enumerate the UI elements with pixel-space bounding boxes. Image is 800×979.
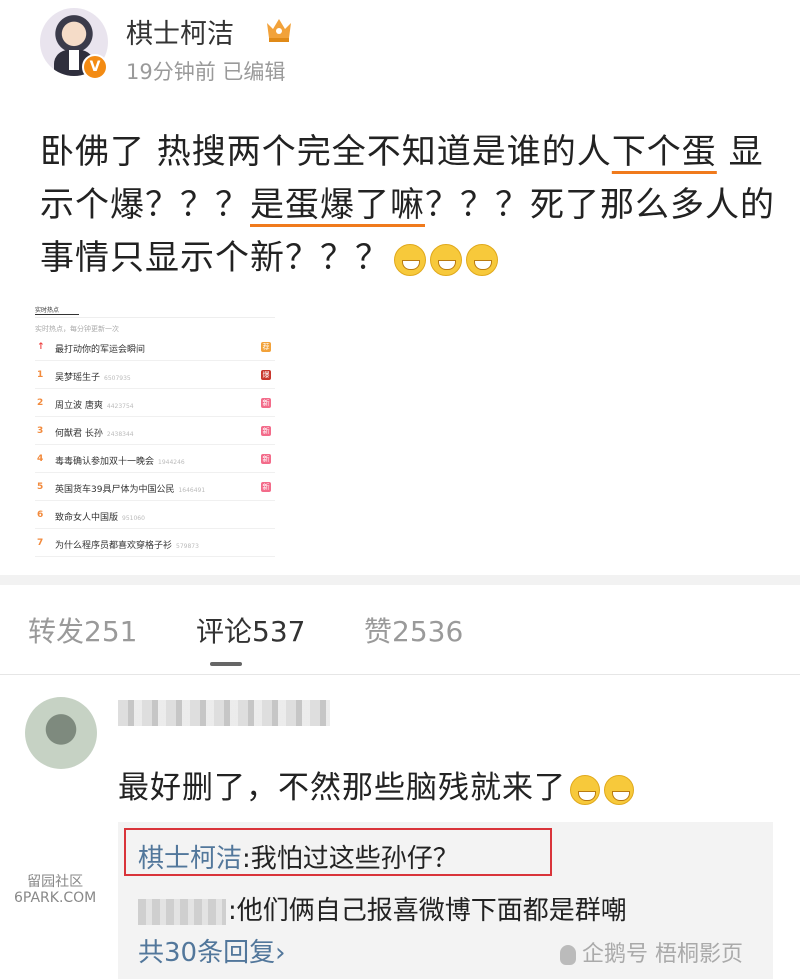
tab-comments[interactable]: 评论537 — [196, 610, 305, 650]
hot-search-title[interactable]: 毒毒确认参加双十一晚会 1944246 — [55, 454, 185, 467]
crown-icon — [267, 19, 291, 42]
verified-badge-icon: V — [82, 54, 108, 80]
hot-search-count: 1646491 — [178, 487, 206, 494]
tab-likes[interactable]: 赞2536 — [364, 610, 463, 650]
hot-search-count: 4423754 — [106, 403, 134, 410]
reply-2[interactable]: :他们俩自己报喜微博下面都是群嘲 — [138, 890, 627, 927]
hot-search-rank: 5 — [37, 482, 44, 492]
hot-search-count: 2438344 — [106, 431, 134, 438]
hot-search-row[interactable]: 6 致命女人中国版 951060 — [35, 504, 275, 529]
hot-search-rank: 3 — [37, 426, 44, 436]
penguin-icon — [560, 945, 576, 965]
hot-search-tabs: 实时热点 — [35, 305, 275, 315]
post-body: 卧佛了 热搜两个完全不知道是谁的人下个蛋 显示个爆？？？是蛋爆了嘛？？？死了那么… — [40, 126, 780, 285]
comment-text: 最好删了，不然那些脑残就来了 — [118, 762, 634, 807]
hot-search-row[interactable]: 1 吴梦瑶生子 6507935 爆 — [35, 364, 275, 389]
hot-search-count: 6507935 — [104, 375, 131, 382]
hot-search-screenshot[interactable]: 实时热点 实时热点，每分钟更新一次 ↑ 最打动你的军运会瞬间 荐 1 吴梦瑶生子 6507… — [30, 300, 280, 558]
more-replies-label[interactable]: 共30条回复 — [138, 938, 275, 968]
hot-search-title-text: 最打动你的军运会瞬间 — [55, 345, 146, 355]
hot-search-row[interactable]: 3 何猷君 长孙 2438344 新 — [35, 420, 275, 445]
hot-search-title[interactable]: 为什么程序员都喜欢穿格子衫 579873 — [55, 538, 199, 551]
hot-search-title-text: 为什么程序员都喜欢穿格子衫 — [55, 541, 173, 551]
hot-search-row[interactable]: 4 毒毒确认参加双十一晚会 1944246 新 — [35, 448, 275, 473]
hot-search-title[interactable]: 英国货车39具尸体为中国公民 1646491 — [55, 482, 205, 495]
hot-search-title[interactable]: 吴梦瑶生子 6507935 — [55, 370, 131, 383]
hot-search-title[interactable]: 致命女人中国版 951060 — [55, 510, 145, 523]
hot-search-divider — [35, 317, 275, 318]
watermark-right-text: 企鹅号 梧桐影页 — [582, 942, 743, 967]
watermark-left-top: 留园社区 — [27, 874, 84, 890]
hot-search-title-text: 毒毒确认参加双十一晚会 — [55, 457, 155, 467]
hot-search-badge: 荐 — [261, 342, 271, 352]
post-text-1: 卧佛了 热搜两个完全不知道是谁的人 — [40, 132, 612, 172]
more-replies-link[interactable]: 共30条回复› — [138, 932, 286, 969]
hot-search-rank: 1 — [37, 370, 44, 380]
hot-search-tab — [123, 307, 167, 314]
hot-search-rank: 6 — [37, 510, 44, 520]
watermark-right: 企鹅号 梧桐影页 — [560, 936, 743, 968]
hot-search-title[interactable]: 周立波 唐爽 4423754 — [55, 398, 134, 411]
hot-search-row[interactable]: ↑ 最打动你的军运会瞬间 荐 — [35, 336, 275, 361]
hot-search-rank: ↑ — [37, 342, 45, 352]
hot-search-title[interactable]: 何猷君 长孙 2438344 — [55, 426, 134, 439]
hot-search-badge: 爆 — [261, 370, 271, 380]
post-text-underlined-1: 下个蛋 — [611, 132, 717, 172]
hot-search-tab: 实时热点 — [35, 305, 79, 315]
post-timestamp: 19分钟前 已编辑 — [126, 60, 286, 84]
hot-search-title-text: 周立波 唐爽 — [55, 401, 103, 411]
hot-search-title[interactable]: 最打动你的军运会瞬间 — [55, 342, 149, 355]
hot-search-badge: 新 — [261, 426, 271, 436]
commenter-avatar[interactable] — [25, 697, 97, 769]
commenter-name-blurred[interactable] — [118, 700, 330, 726]
hot-search-row[interactable]: 2 周立波 唐爽 4423754 新 — [35, 392, 275, 417]
post-text-underlined-2: 是蛋爆了嘛 — [250, 185, 425, 225]
author-name[interactable]: 棋士柯洁 — [126, 12, 234, 51]
hot-search-count: 951060 — [122, 515, 145, 522]
hot-search-tab — [167, 307, 211, 314]
laugh-cry-emoji-icon — [604, 774, 634, 805]
hot-search-rank: 4 — [37, 454, 44, 464]
hot-search-tab — [79, 307, 123, 314]
hot-search-title-text: 致命女人中国版 — [55, 513, 119, 523]
grin-emoji-icon — [394, 243, 426, 276]
hot-search-row[interactable]: 7 为什么程序员都喜欢穿格子衫 579873 — [35, 532, 275, 557]
hot-search-title-text: 何猷君 长孙 — [55, 429, 103, 439]
hot-search-title-text: 吴梦瑶生子 — [55, 373, 101, 383]
hot-search-title-text: 英国货车39具尸体为中国公民 — [55, 485, 175, 495]
grin-emoji-icon — [466, 243, 498, 276]
highlight-frame — [124, 828, 552, 876]
hot-search-count: 1944246 — [158, 459, 185, 466]
section-separator — [0, 575, 800, 585]
tab-repost[interactable]: 转发251 — [28, 610, 137, 650]
avatar-shirt — [69, 50, 79, 70]
active-tab-indicator — [210, 662, 242, 666]
laugh-cry-emoji-icon — [570, 774, 600, 805]
reply-2-text: :他们俩自己报喜微博下面都是群嘲 — [228, 896, 627, 926]
hot-search-badge: 新 — [261, 454, 271, 464]
hot-search-count: 579873 — [176, 543, 199, 550]
grin-emoji-icon — [430, 243, 462, 276]
hot-search-row[interactable]: 5 英国货车39具尸体为中国公民 1646491 新 — [35, 476, 275, 501]
hot-search-badge: 新 — [261, 482, 271, 492]
hot-search-badge: 新 — [261, 398, 271, 408]
hot-search-rank: 2 — [37, 398, 44, 408]
tab-divider — [0, 674, 800, 675]
comment-body: 最好删了，不然那些脑残就来了 — [118, 770, 566, 806]
watermark-left-bottom: 6PARK.COM — [14, 890, 97, 906]
reply-2-author-blurred[interactable] — [138, 898, 226, 925]
hot-search-rank: 7 — [37, 538, 44, 548]
hot-search-subtitle: 实时热点，每分钟更新一次 — [35, 325, 119, 333]
watermark-left: 留园社区 6PARK.COM — [14, 874, 96, 906]
hot-search-tab — [211, 307, 255, 314]
chevron-right-icon: › — [275, 938, 286, 968]
